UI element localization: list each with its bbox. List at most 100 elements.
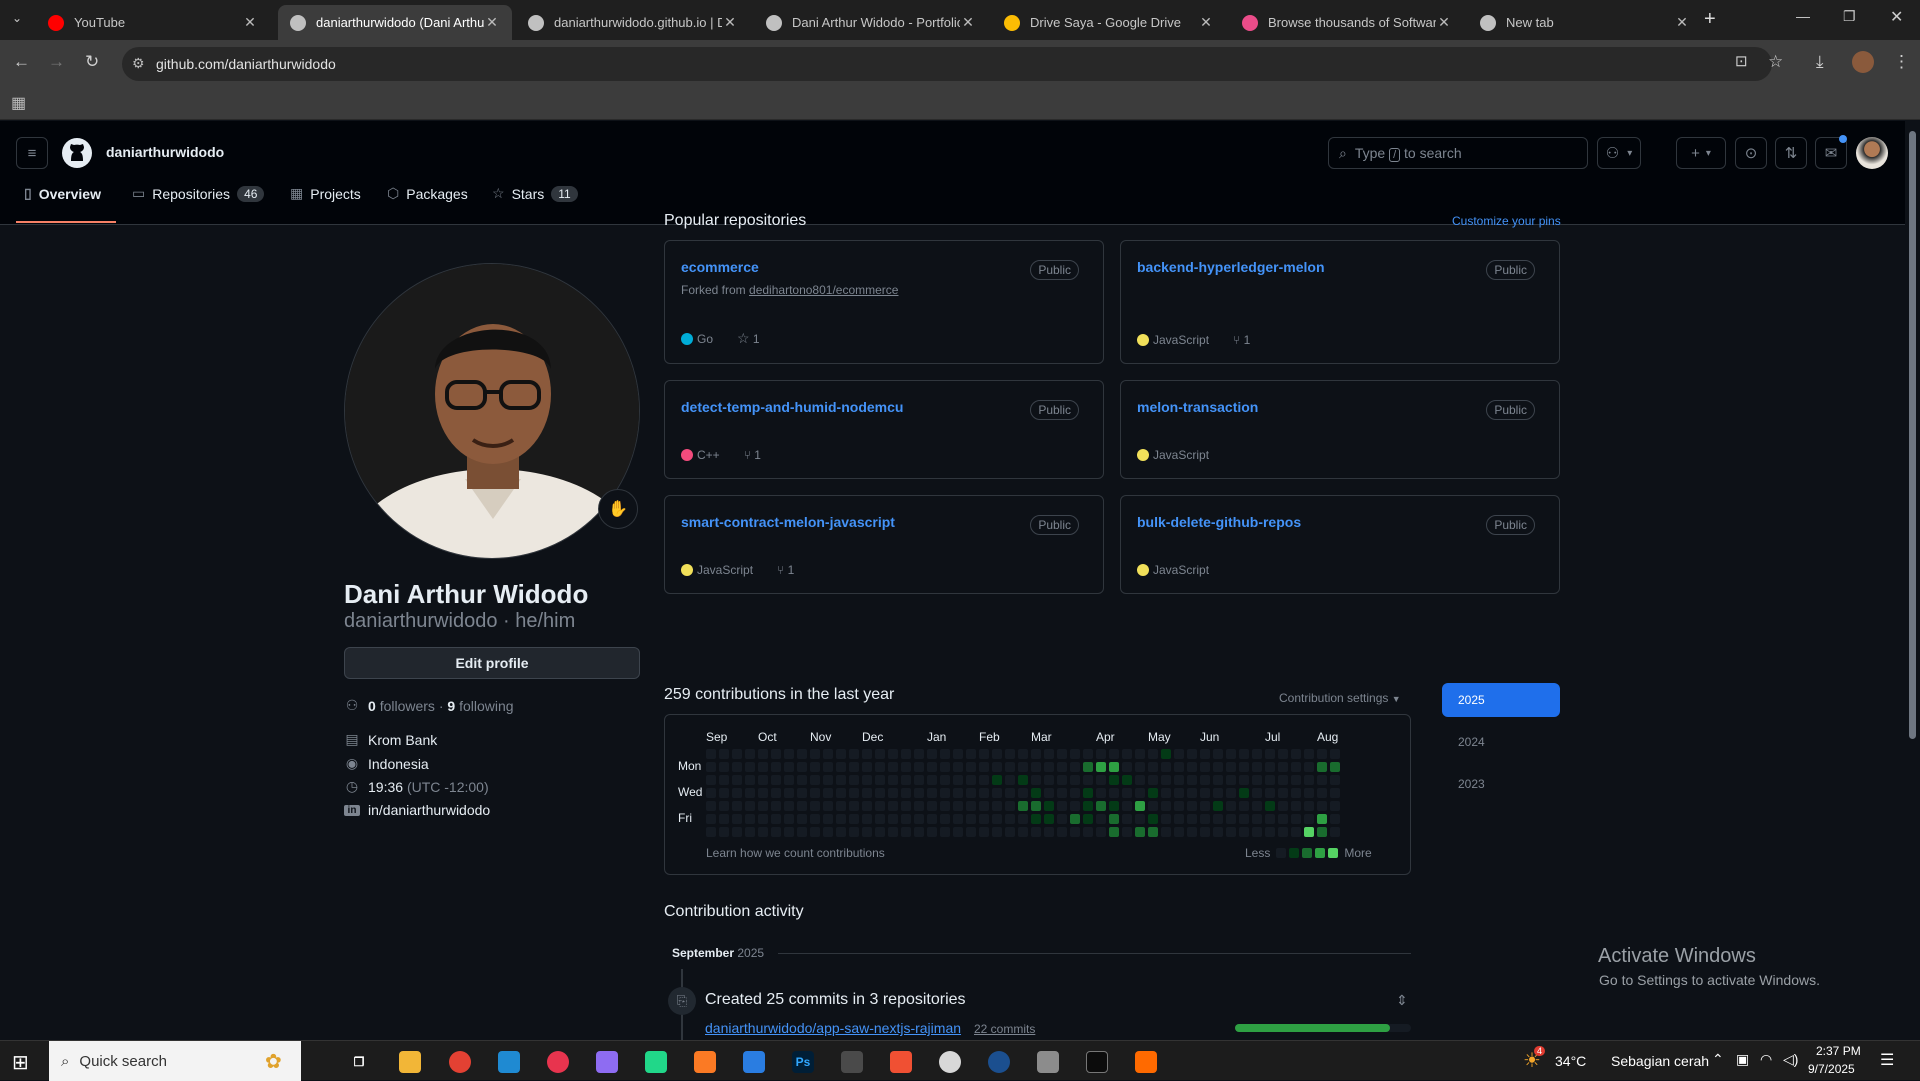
- contribution-day-cell[interactable]: [966, 827, 976, 837]
- contribution-day-cell[interactable]: [1044, 801, 1054, 811]
- contribution-day-cell[interactable]: [992, 827, 1002, 837]
- vscode-icon[interactable]: [498, 1051, 520, 1073]
- contribution-day-cell[interactable]: [888, 775, 898, 785]
- forks-count[interactable]: 1: [754, 448, 761, 462]
- contribution-day-cell[interactable]: [953, 775, 963, 785]
- contribution-day-cell[interactable]: [1148, 827, 1158, 837]
- contribution-day-cell[interactable]: [966, 788, 976, 798]
- app-icon-blue[interactable]: [743, 1051, 765, 1073]
- contribution-day-cell[interactable]: [992, 749, 1002, 759]
- contribution-day-cell[interactable]: [1174, 775, 1184, 785]
- contribution-day-cell[interactable]: [1265, 762, 1275, 772]
- contribution-day-cell[interactable]: [719, 762, 729, 772]
- contribution-day-cell[interactable]: [875, 762, 885, 772]
- contribution-day-cell[interactable]: [1135, 762, 1145, 772]
- contribution-day-cell[interactable]: [849, 762, 859, 772]
- contribution-day-cell[interactable]: [758, 827, 768, 837]
- contribution-day-cell[interactable]: [875, 775, 885, 785]
- contribution-day-cell[interactable]: [1226, 801, 1236, 811]
- following-link[interactable]: following: [459, 698, 513, 714]
- contribution-settings-dropdown[interactable]: Contribution settings ▼: [1279, 691, 1401, 705]
- contribution-day-cell[interactable]: [979, 762, 989, 772]
- contribution-day-cell[interactable]: [1291, 749, 1301, 759]
- contribution-day-cell[interactable]: [1265, 788, 1275, 798]
- tab-close-icon[interactable]: ✕: [1436, 14, 1452, 31]
- contribution-day-cell[interactable]: [1161, 801, 1171, 811]
- contribution-day-cell[interactable]: [1135, 814, 1145, 824]
- search-input[interactable]: ⌕ Type / to search: [1328, 137, 1588, 169]
- contribution-day-cell[interactable]: [1005, 801, 1015, 811]
- contribution-day-cell[interactable]: [914, 788, 924, 798]
- forked-source-link[interactable]: dedihartono801/ecommerce: [749, 283, 898, 297]
- contribution-day-cell[interactable]: [1057, 762, 1067, 772]
- contribution-day-cell[interactable]: [1044, 749, 1054, 759]
- contribution-day-cell[interactable]: [1109, 762, 1119, 772]
- contribution-day-cell[interactable]: [1278, 762, 1288, 772]
- contribution-day-cell[interactable]: [1122, 801, 1132, 811]
- contribution-day-cell[interactable]: [1135, 827, 1145, 837]
- contribution-day-cell[interactable]: [745, 775, 755, 785]
- contribution-day-cell[interactable]: [1057, 801, 1067, 811]
- contribution-day-cell[interactable]: [966, 775, 976, 785]
- contribution-day-cell[interactable]: [1174, 827, 1184, 837]
- contribution-day-cell[interactable]: [914, 814, 924, 824]
- contribution-day-cell[interactable]: [1317, 801, 1327, 811]
- contribution-day-cell[interactable]: [1031, 827, 1041, 837]
- contribution-day-cell[interactable]: [1317, 775, 1327, 785]
- contribution-day-cell[interactable]: [1161, 788, 1171, 798]
- contribution-day-cell[interactable]: [745, 749, 755, 759]
- contribution-day-cell[interactable]: [1096, 788, 1106, 798]
- browser-tab[interactable]: Browse thousands of Software I ✕: [1230, 5, 1464, 40]
- contribution-day-cell[interactable]: [1044, 775, 1054, 785]
- contribution-day-cell[interactable]: [823, 762, 833, 772]
- contribution-day-cell[interactable]: [797, 827, 807, 837]
- contribution-day-cell[interactable]: [1018, 762, 1028, 772]
- profile-avatar[interactable]: [344, 263, 640, 559]
- contribution-day-cell[interactable]: [719, 827, 729, 837]
- contribution-day-cell[interactable]: [758, 749, 768, 759]
- clock-date[interactable]: 9/7/2025: [1808, 1062, 1855, 1076]
- contribution-day-cell[interactable]: [1226, 775, 1236, 785]
- contribution-day-cell[interactable]: [1122, 814, 1132, 824]
- contribution-day-cell[interactable]: [732, 814, 742, 824]
- contribution-day-cell[interactable]: [1187, 801, 1197, 811]
- contribution-day-cell[interactable]: [1226, 749, 1236, 759]
- contribution-day-cell[interactable]: [771, 749, 781, 759]
- contribution-day-cell[interactable]: [1083, 749, 1093, 759]
- contribution-day-cell[interactable]: [1330, 762, 1340, 772]
- stars-count[interactable]: 1: [753, 332, 760, 346]
- contribution-day-cell[interactable]: [1174, 814, 1184, 824]
- contribution-day-cell[interactable]: [1304, 788, 1314, 798]
- windows-start-icon[interactable]: ⊞: [12, 1050, 29, 1075]
- contribution-day-cell[interactable]: [1122, 827, 1132, 837]
- contribution-day-cell[interactable]: [797, 788, 807, 798]
- tray-chevron-icon[interactable]: ⌃: [1712, 1051, 1724, 1068]
- contribution-day-cell[interactable]: [1252, 762, 1262, 772]
- contribution-day-cell[interactable]: [1057, 827, 1067, 837]
- contribution-day-cell[interactable]: [784, 788, 794, 798]
- contribution-day-cell[interactable]: [1213, 814, 1223, 824]
- contribution-day-cell[interactable]: [1148, 762, 1158, 772]
- browser-menu-icon[interactable]: ⋮: [1893, 52, 1910, 72]
- contribution-day-cell[interactable]: [810, 775, 820, 785]
- notification-center-icon[interactable]: ☰: [1880, 1050, 1894, 1070]
- contribution-day-cell[interactable]: [953, 762, 963, 772]
- contribution-day-cell[interactable]: [1070, 801, 1080, 811]
- contribution-day-cell[interactable]: [1174, 762, 1184, 772]
- contribution-day-cell[interactable]: [1278, 827, 1288, 837]
- new-tab-button[interactable]: +: [1704, 8, 1716, 31]
- contribution-day-cell[interactable]: [1083, 827, 1093, 837]
- contribution-day-cell[interactable]: [1057, 749, 1067, 759]
- contribution-day-cell[interactable]: [1187, 788, 1197, 798]
- contribution-day-cell[interactable]: [1278, 814, 1288, 824]
- contribution-day-cell[interactable]: [1317, 814, 1327, 824]
- contribution-day-cell[interactable]: [940, 827, 950, 837]
- pull-requests-icon[interactable]: ⇅: [1775, 137, 1807, 169]
- weather-temp[interactable]: 34°C: [1555, 1053, 1586, 1069]
- contribution-day-cell[interactable]: [1239, 827, 1249, 837]
- contribution-day-cell[interactable]: [758, 775, 768, 785]
- contribution-day-cell[interactable]: [810, 788, 820, 798]
- meet-now-icon[interactable]: ▣: [1736, 1051, 1749, 1068]
- contribution-day-cell[interactable]: [1070, 788, 1080, 798]
- contribution-day-cell[interactable]: [1265, 801, 1275, 811]
